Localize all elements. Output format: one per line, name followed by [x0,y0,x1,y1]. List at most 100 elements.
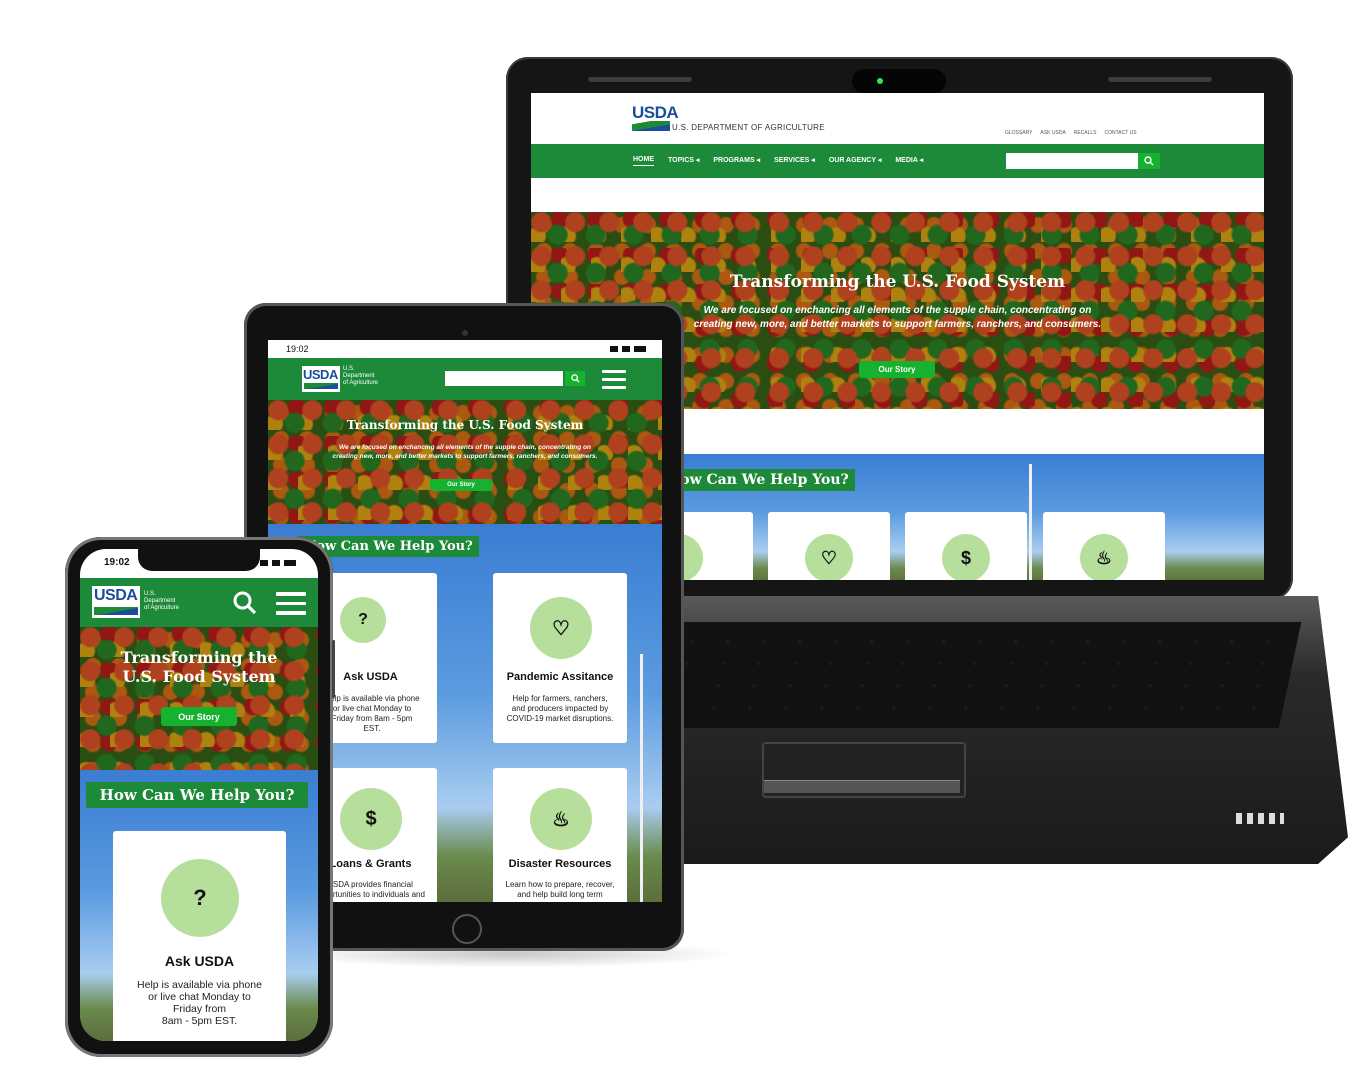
phone-logo-sub-2: Department [144,598,176,604]
phone-side-button[interactable] [332,640,335,698]
card-text: Help is available via phone or live chat… [324,694,420,733]
laptop-hero-text-2: creating new, more, and better markets t… [693,319,1102,330]
search-icon[interactable] [232,590,258,616]
tablet-logo-swoosh [304,383,338,389]
laptop-webcam [852,69,946,93]
laptop-hinge-left [588,77,692,82]
phone-logo-sub: U.S. Department of Agriculture [144,591,179,612]
laptop-our-story-button[interactable]: Our Story [859,361,935,378]
wind-turbine [640,654,643,902]
tablet-status-time: 19:02 [286,344,309,354]
menu-icon[interactable] [602,370,626,389]
wind-turbine [1029,464,1032,580]
question-bubble-icon: ? [340,597,386,643]
fire-icon: ♨ [530,788,592,850]
phone-logo-box[interactable]: USDA [92,586,140,618]
tablet-logo-sub-3: of Agriculture [343,380,379,386]
question-bubble-icon: ? [161,859,239,937]
card-text-line-4: 8am - 5pm EST. [161,1015,238,1027]
nav-topics[interactable]: TOPICS ◂ [668,156,699,166]
tablet-hero: Transforming the U.S. Food System We are… [268,400,662,524]
card-title: Pandemic Assitance [506,671,614,683]
phone-hero: Transforming the U.S. Food System Our St… [80,627,318,770]
laptop-help-card-2[interactable]: ♡ [768,512,890,580]
webcam-light [877,78,883,84]
tablet-search-button[interactable] [565,371,585,386]
tablet-help-card-4[interactable]: ♨ Disaster Resources Learn how to prepar… [493,768,627,902]
laptop-usda-logo[interactable]: USDA [632,103,679,123]
phone-logo-sub-1: U.S. [144,591,156,597]
money-hand-icon: $ [340,788,402,850]
phone-screen: 19:02 USDA U.S. Department of Agricultur… [80,549,318,1041]
phone-hero-title-2: U.S. Food System [122,667,276,686]
card-text: Help is available via phone or live chat… [113,979,286,1027]
phone-help-card[interactable]: ? Ask USDA Help is available via phone o… [113,831,286,1041]
laptop-hinge-right [1108,77,1212,82]
phone-logo-sub-3: of Agriculture [144,605,180,611]
touchpad-buttons[interactable] [764,780,960,793]
laptop-logo-swoosh [632,121,670,131]
card-title: Ask USDA [164,953,235,969]
phone-header: USDA U.S. Department of Agriculture [80,578,318,627]
tablet-hero-text-1: We are focused on enchancing all element… [339,444,591,451]
nav-menu: HOME TOPICS ◂ PROGRAMS ◂ SERVICES ◂ OUR … [633,156,923,166]
laptop-nav-bar: HOME TOPICS ◂ PROGRAMS ◂ SERVICES ◂ OUR … [531,144,1264,178]
utility-links: GLOSSARY ASK USDA RECALLS CONTACT US [1005,130,1137,136]
search-icon [570,374,580,383]
tablet-usda-logo: USDA [303,367,338,382]
card-text-line-3: Friday from [172,1003,227,1015]
phone-hero-title-1: Transforming the [120,648,278,667]
tablet-hero-text-2: creating new, more, and better markets t… [332,453,598,460]
phone-help-heading: How Can We Help You? [86,782,308,808]
tablet-header: USDA U.S. Department of Agriculture [268,358,662,400]
laptop-help-card-4[interactable]: ♨ [1043,512,1165,580]
laptop-status-leds [1236,813,1284,824]
card-text-line-1: Help is available via phone [137,979,262,991]
laptop-hero-title: Transforming the U.S. Food System [729,272,1066,292]
laptop-hero-text-1: We are focused on enchancing all element… [703,305,1092,316]
tablet-status-icons [610,346,646,352]
card-text-line-2: or live chat Monday to [148,991,251,1003]
tablet-logo-sub-2: Department [343,373,375,379]
search-icon [1144,156,1154,166]
laptop-help-heading: How Can We Help You? [661,469,855,491]
nav-media[interactable]: MEDIA ◂ [895,156,923,166]
laptop-help-card-3[interactable]: $ [905,512,1027,580]
card-text: Help for farmers, ranchers, and producer… [506,694,614,723]
fire-icon: ♨ [1080,534,1128,580]
phone-our-story-button[interactable]: Our Story [161,707,237,726]
laptop-keyboard [638,622,1302,728]
phone-status-icons [260,560,296,566]
nav-programs[interactable]: PROGRAMS ◂ [713,156,760,166]
phone-usda-logo: USDA [94,587,138,604]
phone-logo-swoosh [94,607,138,615]
heart-hands-icon: ♡ [805,534,853,580]
util-link-ask-usda[interactable]: ASK USDA [1040,130,1065,136]
nav-our-agency[interactable]: OUR AGENCY ◂ [829,156,882,166]
nav-home[interactable]: HOME [633,156,654,166]
tablet-hero-title: Transforming the U.S. Food System [346,418,584,432]
tablet-our-story-button[interactable]: Our Story [430,479,492,491]
tablet-camera [462,330,468,336]
menu-icon[interactable] [276,592,306,615]
tablet-logo-sub-1: U.S. [343,366,355,372]
tablet-home-button[interactable] [452,914,482,944]
phone-notch [138,549,260,571]
tablet-help-card-2[interactable]: ♡ Pandemic Assitance Help for farmers, r… [493,573,627,743]
tablet-logo-sub: U.S. Department of Agriculture [343,366,378,387]
laptop-search-input[interactable] [1006,153,1138,169]
heart-hands-icon: ♡ [530,597,592,659]
util-link-recalls[interactable]: RECALLS [1074,130,1097,136]
util-link-contact[interactable]: CONTACT US [1105,130,1137,136]
money-hand-icon: $ [942,534,990,580]
util-link-glossary[interactable]: GLOSSARY [1005,130,1032,136]
card-text: Learn how to prepare, recover, and help … [505,880,615,899]
laptop-search-button[interactable] [1138,153,1160,169]
agency-title: U.S. DEPARTMENT OF AGRICULTURE [672,123,825,132]
nav-services[interactable]: SERVICES ◂ [774,156,815,166]
tablet-logo-box[interactable]: USDA [302,366,340,392]
card-title: Disaster Resources [508,858,612,870]
phone-status-time: 19:02 [104,557,130,568]
tablet-search-input[interactable] [445,371,563,386]
phone-help-section: How Can We Help You? ? Ask USDA Help is … [80,770,318,1041]
